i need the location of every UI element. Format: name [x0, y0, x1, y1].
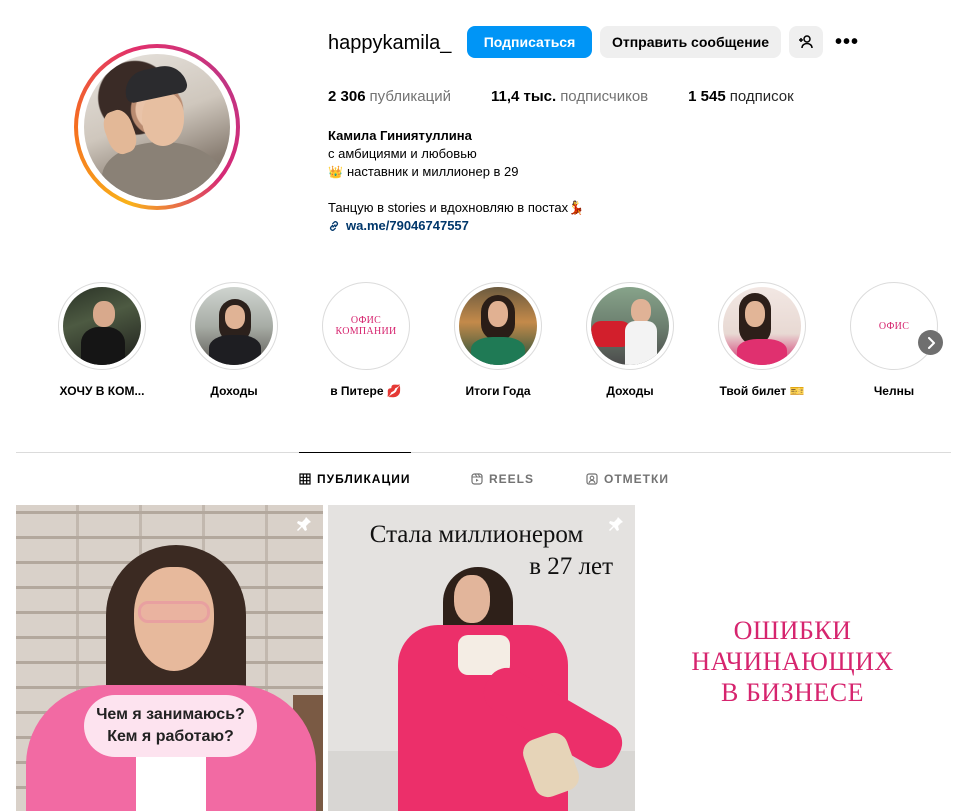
highlight-ring — [58, 282, 146, 370]
post-title-line-1: Стала миллионером — [369, 521, 584, 548]
profile-avatar-ring[interactable] — [74, 44, 240, 210]
followers-stat[interactable]: 11,4 тыс. подписчиков — [491, 88, 648, 105]
username: happykamila_ — [328, 32, 452, 54]
followers-count: 11,4 тыс. — [490, 88, 557, 105]
highlight-item[interactable]: Твой билет 🎫 — [702, 282, 822, 398]
bio-spacer — [328, 181, 584, 199]
posts-label: публикаций — [369, 88, 451, 105]
highlight-ring: ОФИС — [850, 282, 938, 370]
tab-reels[interactable]: REELS — [471, 472, 534, 486]
posts-stat: 2 306 публикаций — [328, 88, 451, 105]
full-name: Камила Гиниятуллина — [328, 128, 472, 143]
profile-stats: 2 306 публикаций 11,4 тыс. подписчиков 1… — [328, 88, 834, 105]
bio-line-2: 👑 наставник и миллионер в 29 — [328, 163, 584, 181]
post-tile[interactable]: Стала миллионером в 27 лет — [328, 505, 635, 811]
avatar-face — [142, 92, 184, 146]
tagged-icon — [586, 473, 598, 485]
highlight-item[interactable]: Доходы — [570, 282, 690, 398]
highlight-cover-text: ОФИС КОМПАНИИ — [335, 315, 396, 337]
highlight-label: в Питере 💋 — [330, 384, 402, 398]
avatar[interactable] — [84, 54, 230, 200]
bubble-line-1: Чем я занимаюсь? — [96, 706, 245, 723]
following-label: подписок — [729, 88, 794, 105]
highlight-cover-text-line: КОМПАНИИ — [335, 326, 397, 337]
highlight-cover: ОФИС — [855, 287, 933, 365]
highlight-cover — [723, 287, 801, 365]
followers-label: подписчиков — [560, 88, 649, 105]
crown-emoji: 👑 — [328, 165, 343, 179]
tab-posts-label: ПУБЛИКАЦИИ — [317, 472, 411, 486]
highlight-ring — [454, 282, 542, 370]
post-tile[interactable]: Чем я занимаюсь? Кем я работаю? — [16, 505, 323, 811]
tab-tagged-label: ОТМЕТКИ — [604, 472, 669, 486]
highlight-label: Итоги Года — [465, 384, 531, 398]
tab-tagged[interactable]: ОТМЕТКИ — [586, 472, 669, 486]
highlight-cover — [459, 287, 537, 365]
follow-button[interactable]: Подписаться — [467, 26, 592, 58]
grid-icon — [299, 473, 311, 485]
highlight-cover-text-line: ОФИС — [350, 315, 382, 326]
highlight-label: ХОЧУ В КОМ... — [59, 384, 145, 398]
link-icon — [329, 221, 339, 231]
bio-line-3: Танцую в stories и вдохновляю в постах💃 — [328, 200, 585, 215]
highlight-label: Доходы — [606, 384, 654, 398]
add-user-button[interactable] — [789, 26, 823, 58]
avatar-hat — [121, 61, 189, 105]
highlight-cover — [63, 287, 141, 365]
post-text-line-1: ОШИБКИ — [733, 616, 852, 645]
following-stat[interactable]: 1 545 подписок — [688, 88, 794, 105]
highlight-label: Доходы — [210, 384, 258, 398]
bio-link[interactable]: wa.me/79046747557 — [328, 217, 584, 235]
highlight-cover: ОФИС КОМПАНИИ — [327, 287, 405, 365]
highlight-cover — [195, 287, 273, 365]
avatar-border — [78, 48, 236, 206]
highlight-ring — [190, 282, 278, 370]
highlight-item[interactable]: ОФИС КОМПАНИИ в Питере 💋 — [306, 282, 426, 398]
highlight-item[interactable]: ХОЧУ В КОМ... — [42, 282, 162, 398]
post-title-line-2: в 27 лет — [529, 553, 613, 580]
post-tile[interactable]: ОШИБКИ НАЧИНАЮЩИХ В БИЗНЕСЕ — [639, 505, 946, 811]
speech-bubble: Чем я занимаюсь? Кем я работаю? — [84, 695, 257, 757]
highlight-ring: ОФИС КОМПАНИИ — [322, 282, 410, 370]
add-user-icon — [799, 35, 813, 49]
tab-posts[interactable]: ПУБЛИКАЦИИ — [299, 472, 410, 486]
post-text-line-2: НАЧИНАЮЩИХ — [691, 647, 894, 676]
tabs-divider — [16, 452, 951, 453]
bio: Камила Гиниятуллина с амбициями и любовь… — [328, 127, 584, 235]
pin-icon — [607, 515, 625, 536]
highlight-ring — [586, 282, 674, 370]
reels-icon — [471, 473, 483, 485]
posts-count: 2 306 — [328, 88, 366, 105]
bio-line-2-text: наставник и миллионер в 29 — [346, 164, 519, 179]
bio-link-text: wa.me/79046747557 — [346, 218, 469, 233]
post-glasses — [138, 601, 210, 623]
post-text-line-3: В БИЗНЕСЕ — [721, 678, 864, 707]
chevron-right-icon — [927, 336, 935, 349]
bubble-line-2: Кем я работаю? — [107, 728, 234, 745]
highlight-cover-text: ОФИС — [878, 320, 910, 332]
active-tab-indicator — [299, 452, 411, 453]
bio-line-1: с амбициями и любовью — [328, 146, 477, 161]
post-text: ОШИБКИ НАЧИНАЮЩИХ В БИЗНЕСЕ — [639, 615, 946, 708]
more-options-button[interactable]: ••• — [832, 26, 862, 58]
highlight-label: Твой билет 🎫 — [719, 384, 805, 398]
highlight-cover — [591, 287, 669, 365]
highlights-next-button[interactable] — [918, 330, 943, 355]
highlight-ring — [718, 282, 806, 370]
pin-icon — [295, 515, 313, 536]
post-title: Стала миллионером в 27 лет — [328, 519, 635, 583]
highlight-item[interactable]: Итоги Года — [438, 282, 558, 398]
highlight-label: Челны — [873, 384, 915, 398]
highlight-item[interactable]: Доходы — [174, 282, 294, 398]
tab-reels-label: REELS — [489, 472, 535, 486]
send-message-button[interactable]: Отправить сообщение — [600, 26, 781, 58]
following-count: 1 545 — [688, 88, 726, 105]
